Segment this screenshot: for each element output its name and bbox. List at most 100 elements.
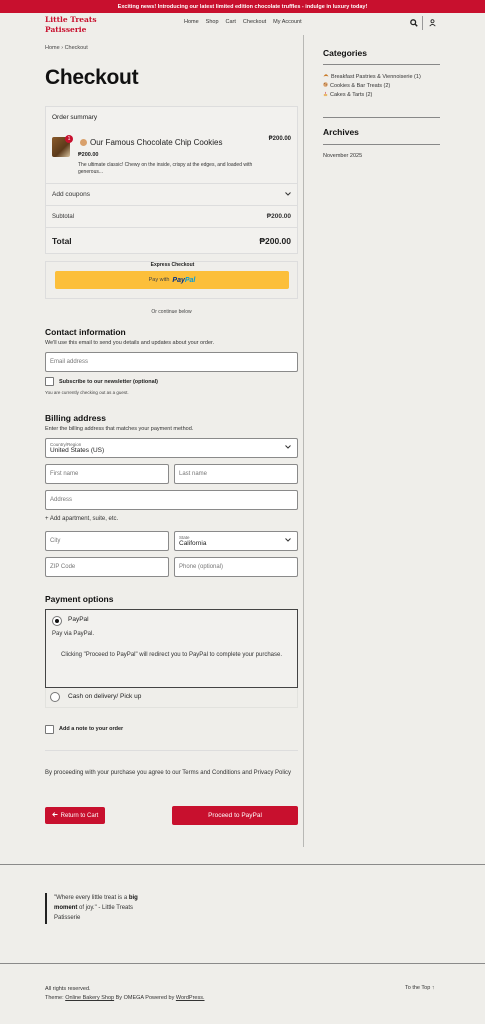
return-to-cart-button[interactable]: Return to Cart — [45, 807, 105, 824]
main-nav: Home Shop Cart Checkout My Account — [184, 19, 302, 25]
cod-radio[interactable] — [50, 692, 60, 702]
paypal-express-button[interactable]: Pay with PayPal — [55, 271, 289, 289]
contact-description: We'll use this email to send you details… — [45, 340, 215, 346]
email-placeholder: Email address — [50, 359, 89, 365]
cod-payment-option[interactable]: Cash on delivery/ Pick up — [45, 688, 298, 708]
guest-note: You are currently checking out as a gues… — [45, 390, 129, 395]
nav-checkout[interactable]: Checkout — [243, 19, 266, 25]
nav-shop[interactable]: Shop — [206, 19, 219, 25]
archives-title: Archives — [323, 127, 359, 137]
subtotal-value: ₱200.00 — [266, 213, 291, 220]
last-name-field[interactable]: Last name — [174, 464, 298, 484]
proceed-to-paypal-button[interactable]: Proceed to PayPal — [172, 806, 298, 825]
product-unit-price: ₱200.00 — [78, 152, 99, 158]
newsletter-checkbox[interactable] — [45, 377, 54, 386]
chevron-down-icon — [285, 191, 291, 198]
announcement-text: Exciting news! Introducing our latest li… — [117, 3, 368, 10]
phone-field[interactable]: Phone (optional) — [174, 557, 298, 577]
category-label: Cookies & Bar Treats (2) — [330, 82, 391, 89]
zip-field[interactable]: ZIP Code — [45, 557, 169, 577]
header-icons — [409, 16, 437, 30]
categories-title: Categories — [323, 48, 367, 58]
order-note-checkbox[interactable] — [45, 725, 54, 734]
footer-rule — [0, 864, 485, 865]
theme-link[interactable]: Online Bakery Shop — [65, 995, 114, 1001]
breadcrumb-home[interactable]: Home — [45, 45, 60, 51]
category-item[interactable]: Cakes & Tarts (2) — [323, 91, 372, 99]
cod-label: Cash on delivery/ Pick up — [68, 693, 142, 700]
city-field[interactable]: City — [45, 531, 169, 551]
chevron-down-icon — [285, 445, 291, 451]
archives-top-rule — [323, 117, 440, 118]
first-name-field[interactable]: First name — [45, 464, 169, 484]
address-field[interactable]: Address — [45, 490, 298, 510]
to-the-top-link[interactable]: To the Top ↑ — [405, 985, 435, 991]
announcement-bar: Exciting news! Introducing our latest li… — [0, 0, 485, 13]
order-note-label: Add a note to your order — [59, 726, 124, 732]
product-name: Our Famous Chocolate Chip Cookies — [80, 138, 223, 147]
header-divider — [422, 16, 423, 30]
theme-credit: Theme: Online Bakery Shop By OMEGA Power… — [45, 994, 205, 1003]
divider — [45, 750, 298, 751]
paypal-label: PayPal — [68, 616, 89, 623]
add-coupons-toggle[interactable]: Add coupons — [46, 183, 297, 205]
footer-quote: "Where every little treat is a big momen… — [45, 893, 155, 924]
total-label: Total — [52, 236, 72, 246]
paypal-redirect-note: Clicking "Proceed to PayPal" will redire… — [60, 652, 283, 658]
category-item[interactable]: Breakfast Pastries & Viennoiserie (1) — [323, 73, 421, 80]
product-description: The ultimate classic! Chewy on the insid… — [78, 162, 253, 175]
nav-home[interactable]: Home — [184, 19, 199, 25]
paypal-payment-option[interactable]: PayPal Pay via PayPal. Clicking "Proceed… — [45, 609, 298, 688]
nav-my-account[interactable]: My Account — [273, 19, 301, 25]
category-item[interactable]: Cookies & Bar Treats (2) — [323, 82, 390, 89]
breadcrumb-current: Checkout — [64, 45, 88, 51]
chevron-down-icon — [285, 538, 291, 544]
user-icon[interactable] — [427, 18, 437, 28]
site-logo[interactable]: Little Treats Patisserie — [45, 15, 97, 35]
email-field[interactable]: Email address — [45, 352, 298, 372]
paypal-logo-pay: Pay — [172, 276, 185, 284]
paypal-logo-pal: Pal — [184, 276, 196, 284]
zip-placeholder: ZIP Code — [50, 564, 76, 570]
archive-link[interactable]: November 2025 — [323, 153, 362, 159]
categories-rule — [323, 64, 440, 65]
billing-description: Enter the billing address that matches y… — [45, 426, 194, 432]
paypal-radio[interactable] — [52, 616, 62, 626]
cookie-icon — [323, 82, 328, 89]
quote-start: "Where every little treat is a — [54, 895, 129, 901]
newsletter-label: Subscribe to our newsletter (optional) — [59, 379, 159, 385]
return-to-cart-label: Return to Cart — [60, 812, 99, 819]
page-title: Checkout — [45, 66, 139, 89]
theme-prefix: Theme: — [45, 995, 64, 1001]
search-icon[interactable] — [409, 18, 419, 28]
cake-icon — [323, 91, 328, 99]
rights-text: All rights reserved. — [45, 986, 91, 992]
add-apartment-link[interactable]: + Add apartment, suite, etc. — [45, 516, 118, 522]
breadcrumb-separator: › — [61, 45, 64, 51]
breadcrumb: Home › Checkout — [45, 45, 88, 51]
total-value: ₱200.00 — [259, 236, 291, 246]
subtotal-row: Subtotal ₱200.00 — [46, 205, 297, 227]
payment-title: Payment options — [45, 594, 114, 604]
add-coupons-label: Add coupons — [52, 191, 90, 198]
croissant-icon — [323, 73, 329, 80]
nav-cart[interactable]: Cart — [226, 19, 236, 25]
express-checkout: Express Checkout Pay with PayPal — [45, 261, 298, 299]
contact-title: Contact information — [45, 327, 126, 337]
terms-text: By proceeding with your purchase you agr… — [45, 770, 292, 776]
archives-rule — [323, 144, 440, 145]
or-continue-text: Or continue below — [151, 309, 192, 315]
paypal-description: Pay via PayPal. — [52, 631, 95, 637]
country-select[interactable]: Country/Region United States (US) — [45, 438, 298, 458]
content-divider — [303, 35, 304, 847]
wordpress-link[interactable]: WordPress. — [176, 995, 205, 1001]
product-name-text: Our Famous Chocolate Chip Cookies — [90, 138, 223, 147]
express-checkout-title: Express Checkout — [150, 262, 195, 268]
country-value: United States (US) — [50, 446, 105, 454]
city-placeholder: City — [50, 538, 61, 544]
category-label: Breakfast Pastries & Viennoiserie (1) — [331, 73, 421, 80]
cookie-icon — [80, 139, 87, 146]
phone-placeholder: Phone (optional) — [179, 564, 224, 570]
state-select[interactable]: State California — [174, 531, 298, 551]
product-line-total: ₱200.00 — [268, 136, 291, 142]
